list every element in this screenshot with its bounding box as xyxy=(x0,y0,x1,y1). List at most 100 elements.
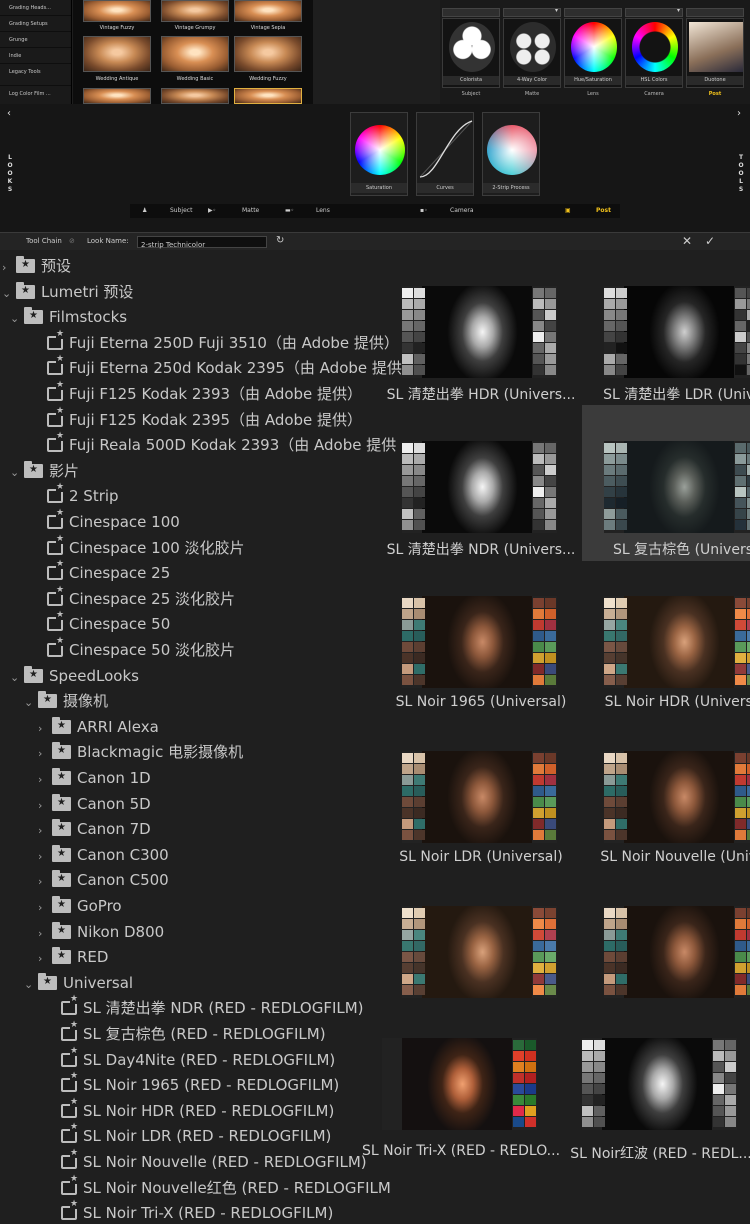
tree-folder-row[interactable]: › Canon 5D xyxy=(38,791,151,818)
chevron-right-icon[interactable]: › xyxy=(2,256,16,280)
look-category-item[interactable]: Legacy Tools xyxy=(0,64,71,86)
chevron-right-icon[interactable]: › xyxy=(38,742,52,766)
tree-preset-row[interactable]: Cinespace 50 xyxy=(47,611,170,636)
reset-icon[interactable]: ↻ xyxy=(276,235,284,246)
chain-category-post[interactable]: Post xyxy=(596,204,611,218)
tree-preset-row[interactable]: SL Noir LDR (RED - REDLOGFILM) xyxy=(61,1123,331,1148)
chevron-down-icon[interactable]: ⌄ xyxy=(24,691,38,715)
tree-preset-row[interactable]: SL 复古棕色 (RED - REDLOGFILM) xyxy=(61,1021,326,1046)
chevron-down-icon[interactable]: ⌄ xyxy=(10,307,24,331)
chevron-down-icon[interactable]: ⌄ xyxy=(24,973,38,997)
chevron-right-icon[interactable]: › xyxy=(38,845,52,869)
tool-card-hue-saturation[interactable]: Hue/Saturation xyxy=(564,18,622,88)
tree-preset-row[interactable]: SL Noir Nouvelle (RED - REDLOGFILM) xyxy=(61,1149,367,1174)
close-icon[interactable]: ✕ xyxy=(682,234,692,248)
tool-card-colorista[interactable]: Colorista xyxy=(442,18,500,88)
preset-thumbnail[interactable]: SL 清楚出拳 NDR (Univers... xyxy=(380,405,582,561)
chain-card-2strip[interactable]: 2-Strip Process xyxy=(482,112,540,196)
tree-folder-row[interactable]: › Canon 1D xyxy=(38,765,151,792)
preset-thumbnail[interactable]: SL Noir HDR (Universa xyxy=(582,560,750,716)
tree-folder-row[interactable]: › Nikon D800 xyxy=(38,919,164,946)
chevron-right-icon[interactable]: › xyxy=(737,108,741,119)
check-icon[interactable]: ✓ xyxy=(705,234,715,248)
look-category-item[interactable]: Log Color Film ... xyxy=(0,86,71,106)
chain-category-lens[interactable]: Lens xyxy=(316,204,330,218)
preset-thumbnail[interactable] xyxy=(380,870,582,1026)
look-category-item[interactable]: Indie xyxy=(0,48,71,64)
tree-preset-row[interactable]: SL Noir 1965 (RED - REDLOGFILM) xyxy=(61,1072,339,1097)
chain-category-subject[interactable]: Subject xyxy=(170,204,192,218)
tree-preset-row[interactable]: Cinespace 100 淡化胶片 xyxy=(47,534,245,560)
preview-thumb[interactable] xyxy=(83,36,151,72)
tree-preset-row[interactable]: SL Day4Nite (RED - REDLOGFILM) xyxy=(61,1046,335,1072)
tree-folder-row[interactable]: › GoPro xyxy=(38,893,122,920)
preview-thumb[interactable] xyxy=(161,36,229,72)
preview-thumb[interactable] xyxy=(83,0,151,22)
tree-folder-row[interactable]: ⌄ SpeedLooks xyxy=(10,663,139,690)
tree-folder-row[interactable]: ⌄ Universal xyxy=(24,970,133,997)
tool-dropdown[interactable] xyxy=(564,8,622,17)
tool-dropdown[interactable]: ▾ xyxy=(625,7,683,17)
tree-folder-row[interactable]: ⌄ 影片 xyxy=(10,458,79,485)
chevron-right-icon[interactable]: › xyxy=(38,717,52,741)
chevron-right-icon[interactable]: › xyxy=(38,870,52,894)
chevron-down-icon[interactable]: ⌄ xyxy=(10,666,24,690)
tool-dropdown[interactable] xyxy=(442,8,500,17)
tool-category-lens[interactable]: Lens xyxy=(564,91,622,97)
chain-card-curves[interactable]: Curves xyxy=(416,112,474,196)
look-category-item[interactable]: Grunge xyxy=(0,32,71,48)
tool-card-duotone[interactable]: Duotone xyxy=(686,18,744,88)
preview-thumb[interactable] xyxy=(234,0,302,22)
tool-card-hsl-colors[interactable]: HSL Colors xyxy=(625,18,683,88)
chain-card-saturation[interactable]: Saturation xyxy=(350,112,408,196)
preview-thumb[interactable] xyxy=(161,88,229,104)
tree-preset-row[interactable]: Fuji F125 Kodak 2395（由 Adobe 提供） xyxy=(47,406,362,432)
chevron-right-icon[interactable]: › xyxy=(38,768,52,792)
tree-preset-row[interactable]: Cinespace 25 xyxy=(47,560,170,585)
chain-category-matte[interactable]: Matte xyxy=(242,204,259,218)
preset-thumbnail[interactable]: SL Noir红波 (RED - REDL... xyxy=(560,1025,750,1181)
preview-thumb[interactable] xyxy=(234,36,302,72)
tree-folder-row[interactable]: › Canon C500 xyxy=(38,867,169,894)
tree-preset-row[interactable]: Cinespace 50 淡化胶片 xyxy=(47,637,235,662)
tree-folder-row[interactable]: ⌄ Lumetri 预设 xyxy=(2,279,133,306)
preview-thumb[interactable] xyxy=(83,88,151,104)
preset-thumbnail-selected[interactable]: SL 复古棕色 (Univers xyxy=(582,405,750,561)
tree-preset-row[interactable]: SL Noir HDR (RED - REDLOGFILM) xyxy=(61,1097,334,1123)
tree-folder-row[interactable]: ⌄ 摄像机 xyxy=(24,688,108,715)
tool-dropdown[interactable]: ▾ xyxy=(503,7,561,17)
tree-folder-row[interactable]: › Canon C300 xyxy=(38,842,169,869)
tree-preset-row[interactable]: SL Noir Nouvelle红色 (RED - REDLOGFILM xyxy=(61,1174,391,1200)
preset-thumbnail[interactable]: SL 清楚出拳 LDR (Unive xyxy=(582,250,750,406)
chevron-right-icon[interactable]: › xyxy=(38,794,52,818)
tree-folder-row[interactable]: › Blackmagic 电影摄像机 xyxy=(38,739,243,766)
chevron-down-icon[interactable]: ⌄ xyxy=(10,461,24,485)
tree-preset-row[interactable]: SL 清楚出拳 NDR (RED - REDLOGFILM) xyxy=(61,995,364,1020)
tree-folder-row[interactable]: ⌄ Filmstocks xyxy=(10,304,127,331)
tree-folder-row[interactable]: › Canon 7D xyxy=(38,816,151,843)
look-category-item[interactable]: Grading Setups xyxy=(0,16,71,32)
preview-thumb[interactable] xyxy=(161,0,229,22)
tree-folder-row[interactable]: › RED xyxy=(38,944,108,969)
tree-preset-row[interactable]: 2 Strip xyxy=(47,483,119,508)
looks-side-label[interactable]: LOOKS xyxy=(6,154,14,194)
tree-preset-row[interactable]: Cinespace 100 xyxy=(47,509,180,534)
tree-preset-row[interactable]: SL Noir Tri-X (RED - REDLOGFILM) xyxy=(61,1200,333,1224)
tool-dropdown[interactable] xyxy=(686,8,744,17)
tool-category-matte[interactable]: Matte xyxy=(503,91,561,97)
look-category-item[interactable]: Grading Heads... xyxy=(0,0,71,16)
tool-category-subject[interactable]: Subject xyxy=(442,91,500,97)
tree-preset-row[interactable]: Fuji F125 Kodak 2393（由 Adobe 提供） xyxy=(47,381,362,406)
chevron-right-icon[interactable]: › xyxy=(38,922,52,946)
preset-thumbnail[interactable]: SL Noir 1965 (Universal) xyxy=(380,560,582,716)
chain-category-camera[interactable]: Camera xyxy=(450,204,474,218)
chevron-left-icon[interactable]: ‹ xyxy=(7,108,11,119)
preset-thumbnail[interactable]: SL 清楚出拳 HDR (Univers... xyxy=(380,250,582,406)
tree-preset-row[interactable]: Cinespace 25 淡化胶片 xyxy=(47,585,235,611)
chevron-right-icon[interactable]: › xyxy=(38,896,52,920)
tree-folder-row[interactable]: › 预设 xyxy=(2,253,71,280)
look-name-input[interactable]: 2-strip Technicolor xyxy=(137,236,267,249)
tree-preset-row[interactable]: Fuji Reala 500D Kodak 2393（由 Adobe 提供 xyxy=(47,432,396,457)
chevron-down-icon[interactable]: ⌄ xyxy=(2,282,16,306)
chevron-right-icon[interactable]: › xyxy=(38,819,52,843)
